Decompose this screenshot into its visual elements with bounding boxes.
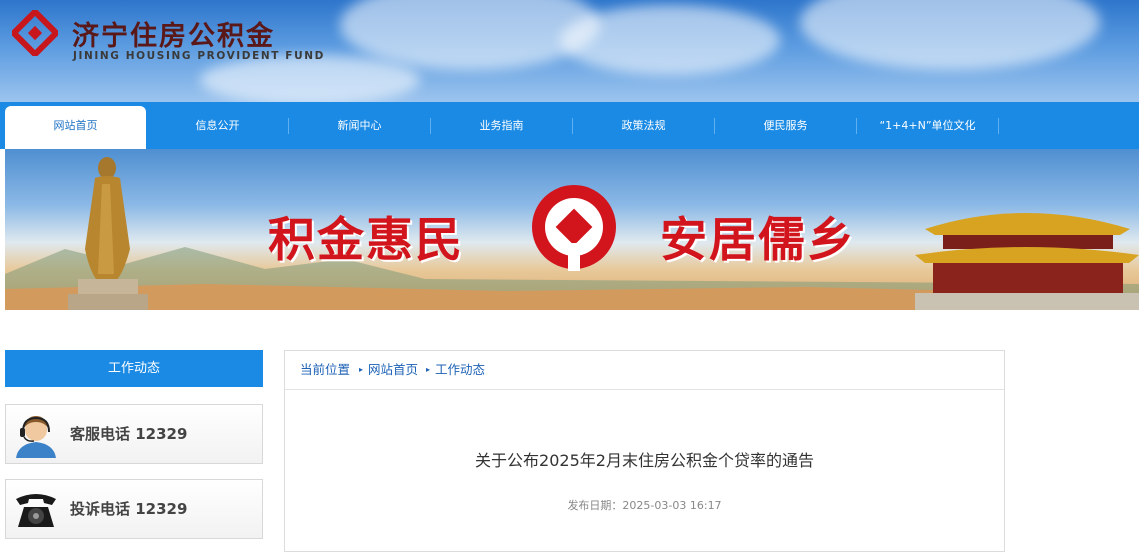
- site-title[interactable]: 济宁住房公积金: [72, 14, 275, 53]
- statue-illustration: [68, 157, 148, 310]
- cloud-decoration: [200, 55, 420, 102]
- breadcrumb-arrow-icon: ▸: [426, 365, 431, 374]
- nav-item-public-service[interactable]: 便民服务: [715, 102, 856, 149]
- nav-item-home[interactable]: 网站首页: [5, 106, 146, 149]
- cloud-decoration: [560, 5, 780, 75]
- article-publish-date: 发布日期：2025-03-03 16:17: [567, 499, 722, 512]
- service-hotline-label: 客服电话 12329: [70, 425, 188, 443]
- nav-item-business-guide[interactable]: 业务指南: [431, 102, 572, 149]
- cloud-decoration: [800, 0, 1100, 70]
- banner-logo-icon: [532, 185, 616, 271]
- logo-mark-icon[interactable]: [12, 10, 58, 56]
- headset-agent-icon: [16, 416, 56, 458]
- breadcrumb: 当前位置 ▸ 网站首页 ▸ 工作动态: [285, 351, 1004, 390]
- site-header: 济宁住房公积金 JINING HOUSING PROVIDENT FUND: [0, 0, 1139, 102]
- nav-item-info-disclosure[interactable]: 信息公开: [147, 102, 288, 149]
- breadcrumb-home-link[interactable]: 网站首页: [368, 351, 418, 389]
- nav-item-unit-culture[interactable]: “1+4+N”单位文化: [857, 102, 998, 149]
- service-hotline-card[interactable]: 客服电话 12329: [5, 404, 263, 464]
- breadcrumb-current-location: 当前位置: [300, 362, 351, 377]
- banner-slogan-right: 安居儒乡: [660, 213, 856, 268]
- nav-divider: [998, 118, 999, 134]
- complaint-hotline-card[interactable]: 投诉电话 12329: [5, 479, 263, 539]
- article-panel: 当前位置 ▸ 网站首页 ▸ 工作动态 关于公布2025年2月末住房公积金个贷率的…: [284, 350, 1005, 552]
- temple-illustration: [915, 213, 1139, 310]
- telephone-icon: [16, 494, 56, 527]
- sidebar-title[interactable]: 工作动态: [5, 350, 263, 387]
- breadcrumb-arrow-icon: ▸: [359, 365, 364, 374]
- banner-slogan-left: 积金惠民: [268, 213, 464, 268]
- site-subtitle: JINING HOUSING PROVIDENT FUND: [73, 50, 325, 62]
- hero-banner: 积金惠民 安居儒乡: [5, 149, 1139, 310]
- main-nav: 网站首页 信息公开 新闻中心 业务指南 政策法规 便民服务 “1+4+N”单位文…: [0, 102, 1139, 149]
- complaint-hotline-label: 投诉电话 12329: [70, 500, 188, 518]
- breadcrumb-work-news-link[interactable]: 工作动态: [435, 351, 485, 389]
- nav-item-news-center[interactable]: 新闻中心: [289, 102, 430, 149]
- article-title: 关于公布2025年2月末住房公积金个贷率的通告: [475, 451, 814, 470]
- nav-item-policies[interactable]: 政策法规: [573, 102, 714, 149]
